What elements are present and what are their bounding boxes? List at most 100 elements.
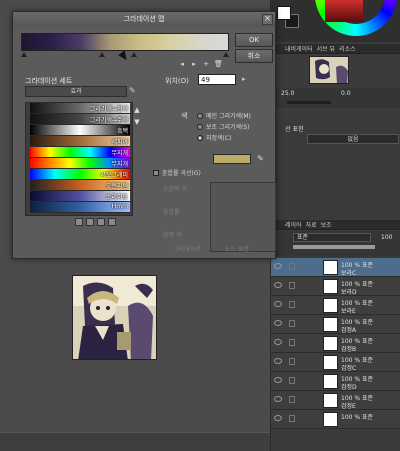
- eyedropper-icon[interactable]: ✎: [257, 154, 264, 163]
- layer-row[interactable]: 100 % 표준 검정E: [271, 391, 400, 410]
- layer-row[interactable]: 100 % 표준 보라D: [271, 277, 400, 296]
- tab-navigator[interactable]: 내비게이터: [285, 44, 313, 53]
- tab-resource[interactable]: 리소스: [339, 44, 356, 53]
- layer-row[interactable]: 100 % 표준 검정D: [271, 372, 400, 391]
- gradient-preset-item[interactable]: 그라기색→주색: [30, 114, 130, 125]
- zoom-value[interactable]: 25.0: [281, 90, 294, 98]
- layer-name: 검정B: [341, 346, 357, 353]
- move-up-icon[interactable]: ▲: [133, 104, 141, 116]
- blend-mode-select[interactable]: 표준: [293, 233, 371, 242]
- gradient-preset-item[interactable]: 오렌지템: [30, 180, 130, 191]
- add-preset-icon[interactable]: [75, 218, 83, 226]
- lock-icon[interactable]: [289, 263, 295, 270]
- delete-stop-icon[interactable]: 🗑: [214, 60, 223, 68]
- layer-name: 검정A: [341, 327, 357, 334]
- gradient-set-select[interactable]: 효과: [25, 86, 127, 97]
- specified-color-swatch[interactable]: [213, 154, 251, 164]
- tab-layer[interactable]: 레이어: [285, 220, 302, 229]
- angle-value[interactable]: 0.0: [341, 90, 351, 98]
- mix-curve-graph[interactable]: [210, 182, 276, 252]
- gradient-stop[interactable]: [99, 52, 105, 57]
- gradient-preset-list[interactable]: 그라기색→청색 그라기색→주색 흑백 세피아 무지개 무지개 서모그래피 오렌지템 소리이토 Hm…: [25, 102, 133, 216]
- position-label: 위치(O): [165, 77, 189, 85]
- position-arrow-icon[interactable]: ▸: [242, 75, 246, 83]
- lock-icon[interactable]: [289, 320, 295, 327]
- gradient-preset-item[interactable]: 서모그래피: [30, 169, 130, 180]
- gradient-stop[interactable]: [21, 52, 27, 57]
- gradient-preset-item[interactable]: 무지개: [30, 147, 130, 158]
- layer-thumbnail: [323, 317, 338, 332]
- property-select[interactable]: 없음: [307, 134, 399, 144]
- layer-thumbnail: [323, 298, 338, 313]
- edit-preset-icon[interactable]: [97, 218, 105, 226]
- opacity-value[interactable]: 100: [381, 234, 392, 241]
- radio-main-color[interactable]: 메인 그리기색(M): [197, 111, 251, 120]
- gradient-preset-item[interactable]: 그라기색→청색: [30, 103, 130, 114]
- lock-icon[interactable]: [289, 358, 295, 365]
- lock-icon[interactable]: [289, 415, 295, 422]
- move-down-icon[interactable]: ▼: [133, 116, 141, 128]
- ok-button[interactable]: OK: [235, 33, 273, 47]
- radio-sub-color[interactable]: 보조 그리기색(S): [197, 122, 250, 131]
- checkbox-box[interactable]: [153, 170, 159, 176]
- visibility-eye-icon[interactable]: [274, 377, 282, 383]
- lock-icon[interactable]: [289, 339, 295, 346]
- lock-icon[interactable]: [289, 301, 295, 308]
- layer-row[interactable]: 100 % 표준: [271, 410, 400, 429]
- radio-circle[interactable]: [197, 124, 203, 130]
- gradient-stop[interactable]: [131, 52, 137, 57]
- duplicate-preset-icon[interactable]: [86, 218, 94, 226]
- faint-label: 그라데이션: [173, 246, 201, 253]
- gradient-preset-item[interactable]: 소리이토: [30, 191, 130, 202]
- zoom-slider[interactable]: [287, 101, 331, 104]
- layer-row[interactable]: 100 % 표준 검정C: [271, 353, 400, 372]
- position-input[interactable]: 49: [198, 74, 236, 85]
- radio-specified-color[interactable]: 지정색(C): [197, 133, 231, 142]
- gradient-preset-item[interactable]: 흑백: [30, 125, 130, 136]
- layer-row[interactable]: 100 % 표준 보라C: [271, 258, 400, 277]
- stop-navigation: ◂ ▸ + 🗑: [178, 60, 223, 68]
- tab-material[interactable]: 자료: [306, 220, 317, 229]
- delete-preset-icon[interactable]: [108, 218, 116, 226]
- gradient-preset-item[interactable]: 무지개: [30, 158, 130, 169]
- visibility-eye-icon[interactable]: [274, 301, 282, 307]
- gradient-preview-bar[interactable]: [21, 33, 229, 51]
- tab-subview[interactable]: 서브 뷰: [317, 44, 335, 53]
- next-stop-icon[interactable]: ▸: [190, 60, 198, 68]
- opacity-slider[interactable]: [293, 245, 375, 249]
- close-button[interactable]: ×: [262, 14, 273, 25]
- layer-row[interactable]: 100 % 표준 검정B: [271, 334, 400, 353]
- visibility-eye-icon[interactable]: [274, 339, 282, 345]
- gradient-preset-item[interactable]: Hmm: [30, 202, 130, 213]
- lock-icon[interactable]: [289, 282, 295, 289]
- tool-property-panel: 선 표현 없음: [271, 122, 400, 218]
- lock-icon[interactable]: [289, 377, 295, 384]
- layer-name: 보라C: [341, 270, 357, 277]
- navigator-thumbnail: [310, 57, 348, 83]
- layer-row[interactable]: 100 % 표준 보라E: [271, 296, 400, 315]
- main-color-swatch[interactable]: [277, 6, 291, 20]
- visibility-eye-icon[interactable]: [274, 358, 282, 364]
- visibility-eye-icon[interactable]: [274, 320, 282, 326]
- color-square[interactable]: [325, 0, 363, 22]
- gradient-stop[interactable]: [223, 52, 229, 57]
- layer-row[interactable]: 100 % 표준 검정A: [271, 315, 400, 334]
- tab-assist[interactable]: 보조: [321, 220, 332, 229]
- faint-label: 노드 보간: [225, 246, 249, 253]
- prev-stop-icon[interactable]: ◂: [178, 60, 186, 68]
- visibility-eye-icon[interactable]: [274, 263, 282, 269]
- gradient-set-label: 그라데이션 세트: [25, 77, 73, 85]
- set-menu-icon[interactable]: ✎: [129, 87, 137, 95]
- cancel-button[interactable]: 취소: [235, 49, 273, 63]
- navigator-preview[interactable]: [309, 56, 349, 84]
- gradient-preset-item[interactable]: 세피아: [30, 136, 130, 147]
- lock-icon[interactable]: [289, 396, 295, 403]
- canvas-artwork[interactable]: [72, 275, 157, 360]
- radio-circle[interactable]: [197, 113, 203, 119]
- visibility-eye-icon[interactable]: [274, 415, 282, 421]
- visibility-eye-icon[interactable]: [274, 282, 282, 288]
- radio-circle[interactable]: [197, 135, 203, 141]
- visibility-eye-icon[interactable]: [274, 396, 282, 402]
- add-stop-icon[interactable]: +: [202, 60, 210, 68]
- mix-curve-checkbox[interactable]: 혼합률 곡선(G): [153, 168, 201, 177]
